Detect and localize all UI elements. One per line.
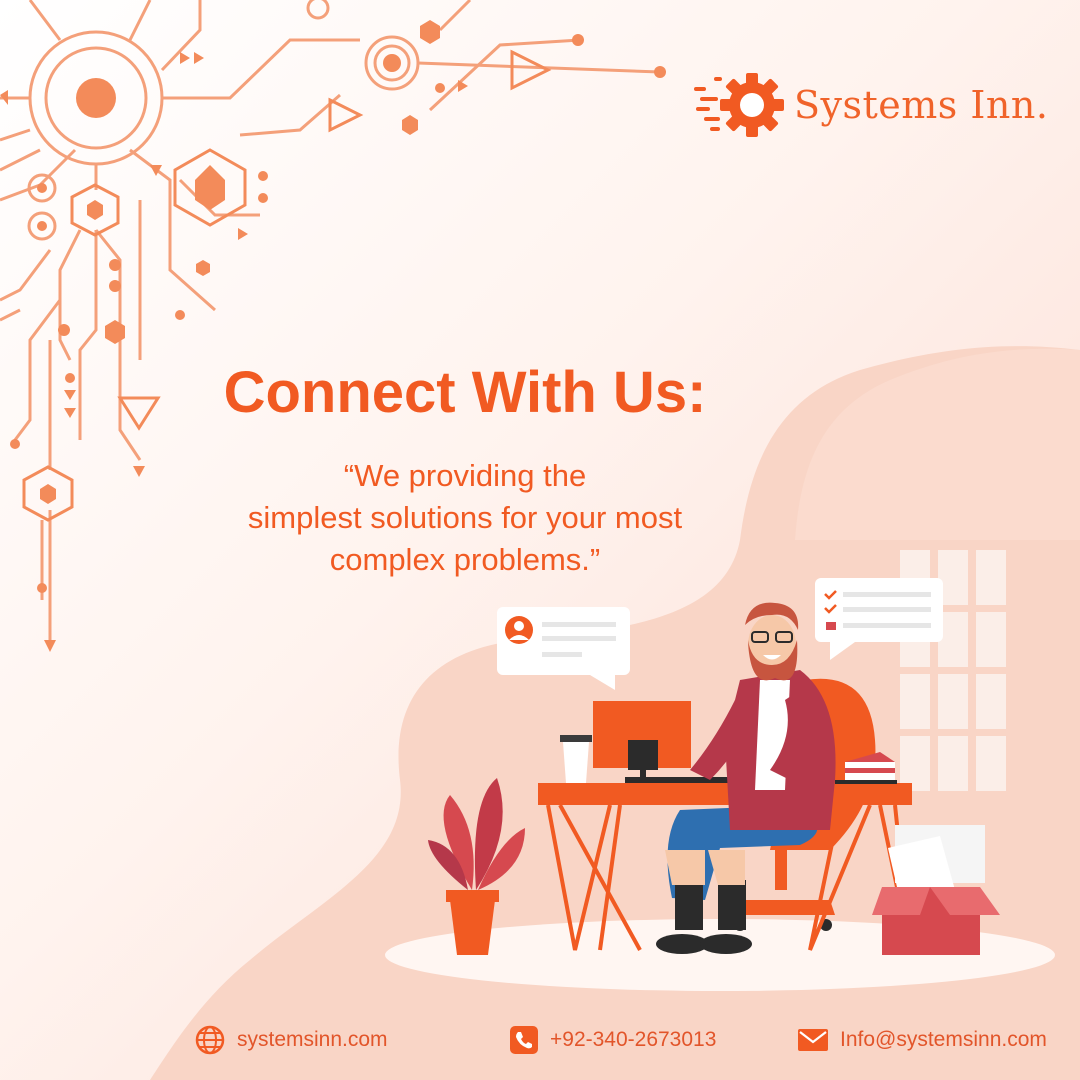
globe-icon bbox=[195, 1025, 225, 1055]
office-illustration bbox=[385, 550, 1055, 991]
website-text: systemsinn.com bbox=[237, 1028, 388, 1051]
coffee-cup-icon bbox=[560, 735, 592, 783]
contact-phone[interactable]: +92-340-2673013 bbox=[510, 1020, 716, 1060]
phone-icon bbox=[510, 1026, 538, 1054]
user-profile-card-icon bbox=[497, 607, 630, 690]
email-text: Info@systemsinn.com bbox=[840, 1028, 1047, 1051]
contact-website[interactable]: systemsinn.com bbox=[195, 1020, 388, 1060]
phone-text: +92-340-2673013 bbox=[550, 1028, 717, 1051]
contact-email[interactable]: Info@systemsinn.com bbox=[798, 1020, 1047, 1060]
monitor bbox=[593, 701, 695, 783]
envelope-icon bbox=[798, 1029, 828, 1051]
